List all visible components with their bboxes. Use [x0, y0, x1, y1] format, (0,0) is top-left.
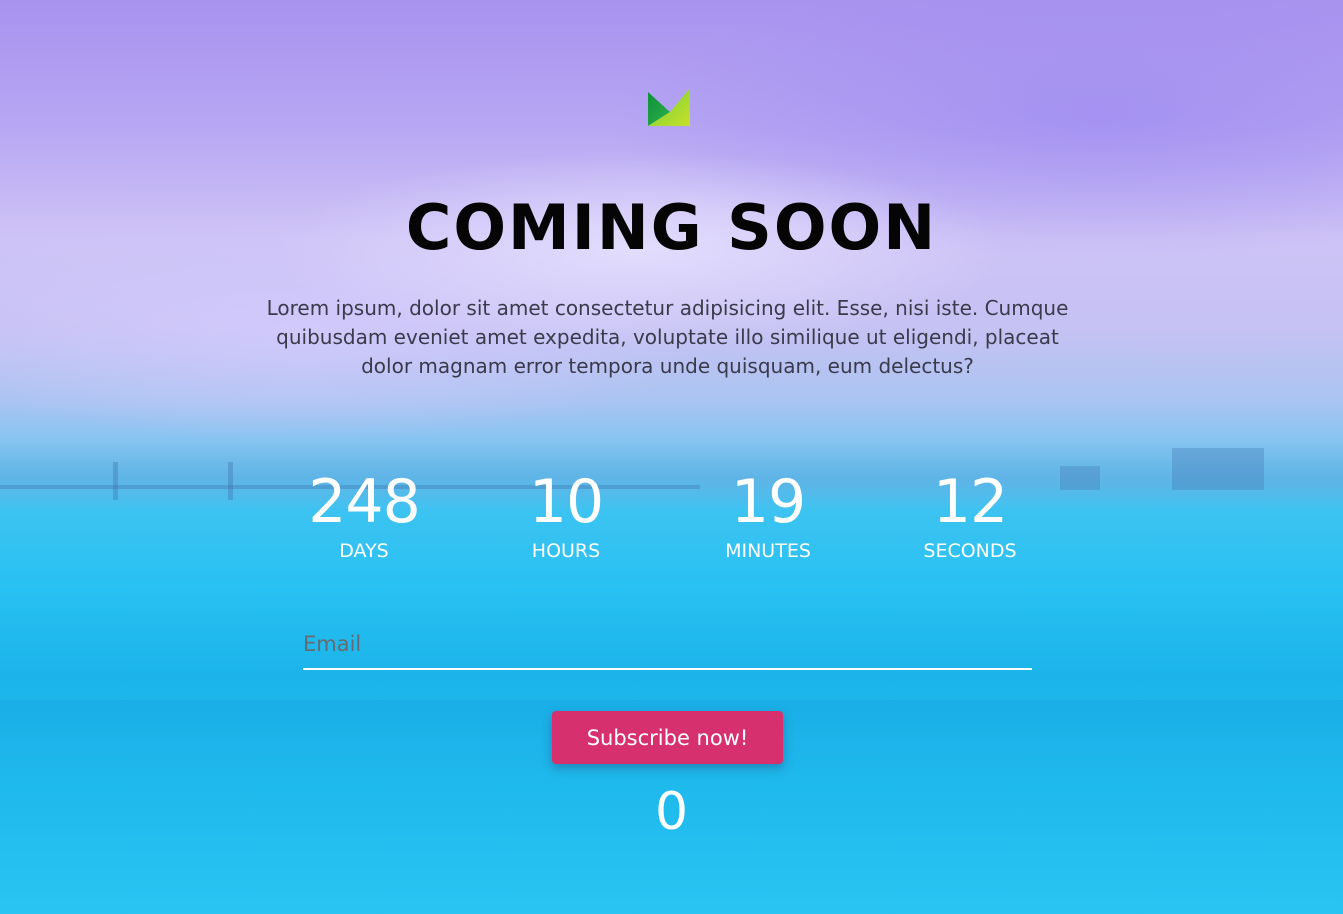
countdown-days-value: 248: [308, 467, 421, 537]
countdown-timer: 248 DAYS 10 HOURS 19 MINUTES 12 SECONDS: [263, 466, 1073, 576]
countdown-minutes: 19 MINUTES: [667, 466, 869, 576]
background-building: [1172, 448, 1264, 490]
m-chevron-logo-icon: [648, 88, 690, 126]
subscribe-button[interactable]: Subscribe now!: [552, 711, 783, 764]
email-field[interactable]: [303, 622, 1032, 666]
page-title: COMING SOON: [405, 191, 938, 264]
countdown-hours-label: HOURS: [531, 540, 601, 562]
page-description: Lorem ipsum, dolor sit amet consectetur …: [266, 296, 1069, 378]
countdown-days: 248 DAYS: [263, 466, 465, 576]
countdown-minutes-label: MINUTES: [725, 540, 811, 562]
countdown-minutes-value: 19: [730, 467, 806, 537]
subscriber-count: 0: [654, 782, 689, 842]
background-bridge-post: [113, 462, 118, 500]
countdown-hours-value: 10: [528, 467, 604, 537]
countdown-days-label: DAYS: [339, 540, 389, 562]
email-field-wrapper: [303, 622, 1032, 670]
countdown-hours: 10 HOURS: [465, 466, 667, 576]
countdown-seconds-value: 12: [932, 467, 1008, 537]
countdown-seconds-label: SECONDS: [923, 540, 1017, 562]
countdown-seconds: 12 SECONDS: [869, 466, 1071, 576]
background-bridge-post: [228, 462, 233, 500]
